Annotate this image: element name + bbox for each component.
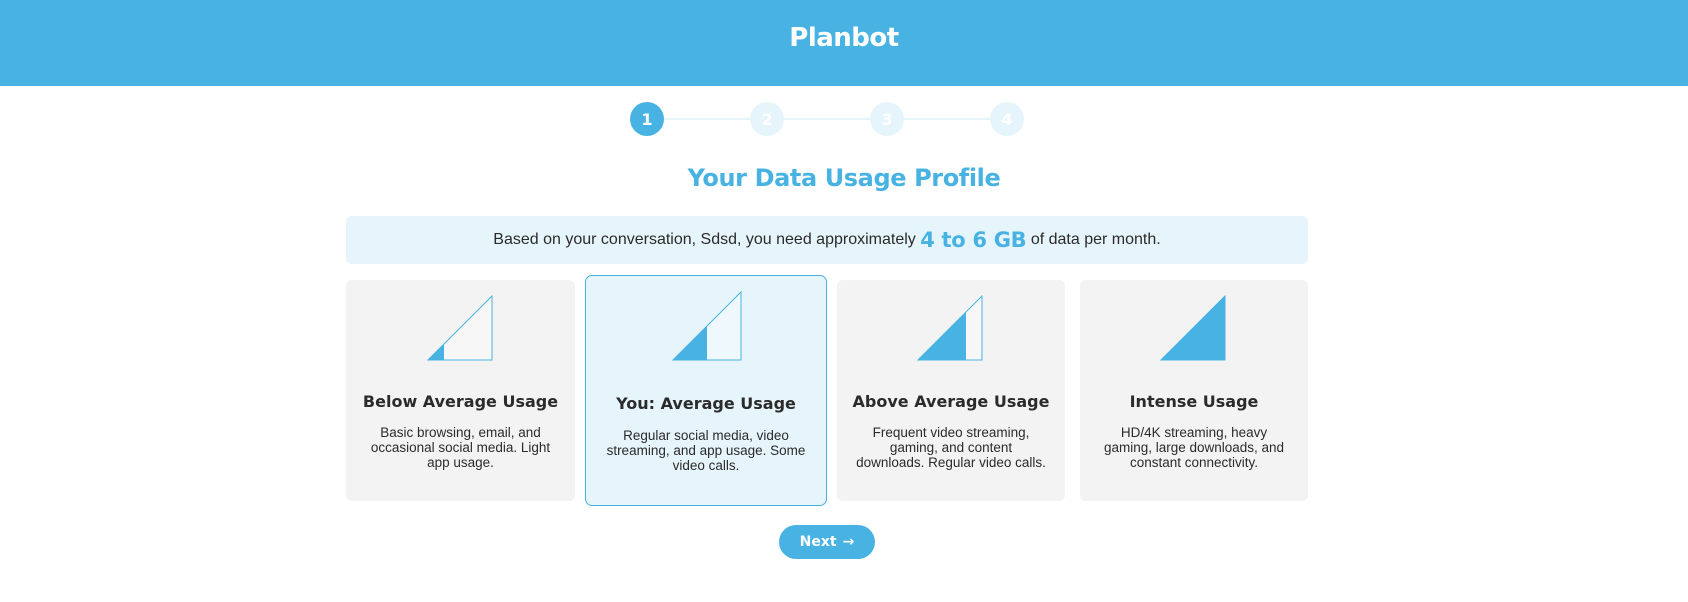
- step-1[interactable]: 1: [630, 102, 664, 136]
- usage-triangle-outline: [1160, 295, 1226, 361]
- card-title: Below Average Usage: [362, 392, 559, 411]
- brand-title: Planbot: [789, 23, 899, 53]
- step-4[interactable]: 4: [990, 102, 1024, 136]
- step-connector: [780, 118, 872, 120]
- page-title: Your Data Usage Profile: [687, 164, 1001, 192]
- step-connector: [900, 118, 992, 120]
- card-description: Frequent video streaming, gaming, and co…: [856, 425, 1046, 470]
- usage-triangle-fill: [918, 312, 966, 360]
- card-description: HD/4K streaming, heavy gaming, large dow…: [1103, 425, 1285, 470]
- signal-high-icon: [917, 295, 983, 361]
- progress-stepper: 1 2 3 4: [630, 102, 1024, 136]
- signal-low-icon: [427, 295, 493, 361]
- signal-full-icon: [1160, 295, 1226, 361]
- step-3[interactable]: 3: [870, 102, 904, 136]
- step-2[interactable]: 2: [750, 102, 784, 136]
- usage-summary-banner: Based on your conversation, Sdsd, you ne…: [346, 216, 1308, 264]
- usage-card-below-average[interactable]: Below Average Usage Basic browsing, emai…: [346, 280, 575, 501]
- usage-card-average[interactable]: You: Average Usage Regular social media,…: [585, 275, 827, 506]
- card-title: Above Average Usage: [852, 392, 1050, 411]
- data-estimate: 4 to 6 GB: [920, 228, 1027, 252]
- next-button[interactable]: Next →: [779, 525, 875, 559]
- next-label: Next: [799, 534, 837, 550]
- usage-card-above-average[interactable]: Above Average Usage Frequent video strea…: [837, 280, 1065, 501]
- banner-prefix: Based on your conversation, Sdsd, you ne…: [493, 231, 921, 248]
- usage-card-intense[interactable]: Intense Usage HD/4K streaming, heavy gam…: [1080, 280, 1308, 501]
- card-description: Basic browsing, email, and occasional so…: [370, 425, 551, 470]
- usage-triangle-fill: [428, 344, 444, 360]
- step-connector: [660, 118, 752, 120]
- card-title: Intense Usage: [1129, 392, 1259, 411]
- signal-medium-icon: [672, 291, 742, 361]
- card-title: You: Average Usage: [616, 394, 796, 413]
- arrow-right-icon: →: [842, 534, 855, 550]
- card-description: Regular social media, video streaming, a…: [606, 428, 806, 473]
- app-header: Planbot: [0, 0, 1688, 86]
- banner-suffix: of data per month.: [1026, 231, 1161, 248]
